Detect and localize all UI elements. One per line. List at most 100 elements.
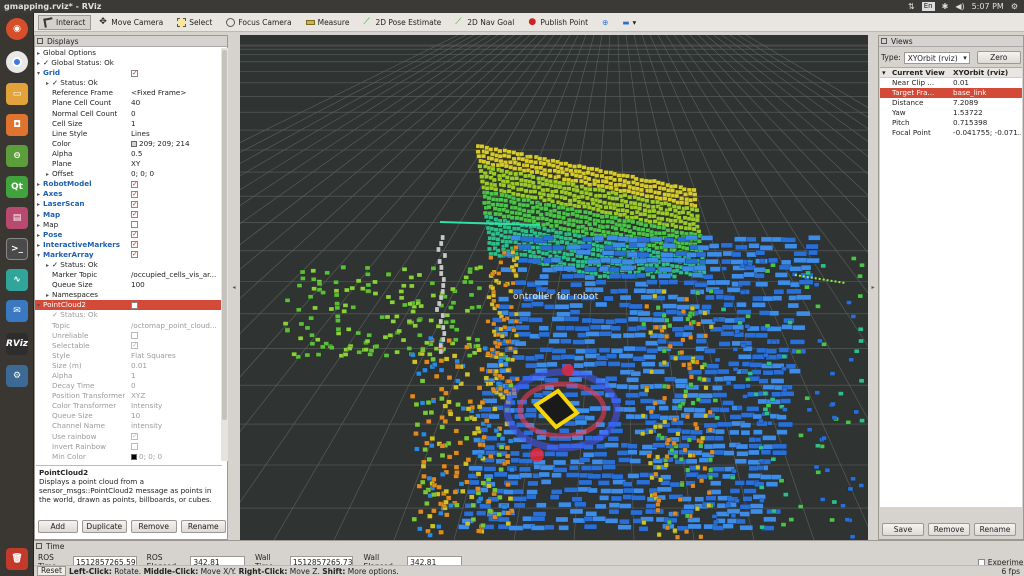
display-row[interactable]: Use rainbow (35, 432, 221, 442)
reset-button[interactable]: Reset (37, 566, 66, 576)
tool-2d-nav-goal[interactable]: ⟋ 2D Nav Goal (449, 15, 520, 30)
view-property-row[interactable]: Target Fra... base_link (880, 88, 1022, 99)
gear-icon[interactable]: ⚙ (1011, 2, 1018, 11)
remove-view-button[interactable]: Remove (928, 523, 970, 536)
view-property-row[interactable]: ▸Focal Point-0.041755; -0.071... (880, 128, 1022, 138)
mail-icon[interactable]: ✉ (6, 300, 28, 322)
ubuntu-dash-icon[interactable]: ◉ (6, 18, 28, 40)
network-icon[interactable]: ⚙ (6, 365, 28, 387)
enabled-checkbox[interactable] (131, 240, 138, 249)
display-row-value[interactable]: 0 (131, 109, 221, 119)
enabled-checkbox[interactable] (131, 230, 138, 239)
arrows-icon[interactable]: ⇅ (908, 2, 915, 11)
view-property-value[interactable]: -0.041755; -0.071... (953, 128, 1021, 138)
display-row[interactable]: ▸ RobotModel (35, 179, 221, 189)
tool-measure[interactable]: Measure (300, 15, 356, 30)
display-row[interactable]: Line Style Lines (35, 129, 221, 139)
tool-2d-pose-estimate[interactable]: ⟋ 2D Pose Estimate (357, 15, 447, 30)
chrome-icon[interactable] (6, 51, 28, 73)
tool-move-camera[interactable]: ✥ Move Camera (93, 15, 169, 30)
display-row-value[interactable]: /octomap_point_cloud... (131, 321, 221, 331)
display-row-value[interactable]: Lines (131, 129, 221, 139)
display-row[interactable]: Marker Topic/occupied_cells_vis_ar... (35, 270, 221, 280)
display-row[interactable]: Channel Name intensity (35, 421, 221, 431)
remove-button[interactable]: Remove (131, 520, 177, 533)
pin-icon[interactable] (881, 38, 887, 44)
rviz-icon[interactable]: RViz (6, 333, 28, 355)
display-row-value[interactable] (131, 300, 221, 310)
display-row[interactable]: Style Flat Squares (35, 351, 221, 361)
view-property-row[interactable]: Yaw 1.53722 (880, 108, 1022, 118)
display-row-value[interactable]: 1 (131, 371, 221, 381)
display-row[interactable]: Size (m) 0.01 (35, 361, 221, 371)
display-row[interactable]: Topic/octomap_point_cloud... (35, 321, 221, 331)
display-row[interactable]: Plane Cell Count 40 (35, 98, 221, 108)
display-row[interactable]: Alpha 0.5 (35, 149, 221, 159)
display-row-value[interactable]: XY (131, 159, 221, 169)
display-row[interactable]: Selectable (35, 341, 221, 351)
rename-button[interactable]: Rename (180, 520, 226, 533)
view-property-value[interactable]: 0.01 (953, 78, 1021, 88)
display-row-value[interactable] (131, 230, 221, 240)
display-row-value[interactable] (131, 331, 221, 341)
display-row[interactable]: Invert Rainbow (35, 442, 221, 452)
tool-publish-point[interactable]: ● Publish Point (522, 15, 594, 30)
enabled-checkbox[interactable] (131, 189, 138, 199)
displays-scrollbar[interactable] (221, 48, 228, 461)
display-row[interactable]: ▾ PointCloud2 (35, 300, 221, 311)
tool-add-button[interactable]: ⊕ (596, 15, 614, 30)
display-row-value[interactable] (131, 199, 221, 209)
enabled-checkbox[interactable] (131, 443, 138, 451)
current-view-header[interactable]: ▾ Current View XYOrbit (rviz) (880, 68, 1022, 78)
bluetooth-icon[interactable]: ✱ (942, 2, 949, 11)
tool-focus-camera[interactable]: Focus Camera (220, 15, 297, 30)
display-row[interactable]: Plane XY (35, 159, 221, 169)
enabled-checkbox[interactable] (131, 221, 138, 229)
view-property-value[interactable]: 7.2089 (953, 98, 1021, 108)
display-row-value[interactable] (131, 179, 221, 189)
display-row[interactable]: ▸ ✓ Status: Ok (35, 260, 221, 270)
scrollbar-thumb[interactable] (222, 50, 227, 420)
display-row-value[interactable]: intensity (131, 421, 221, 431)
display-row[interactable]: Reference Frame <Fixed Frame> (35, 88, 221, 98)
display-row[interactable]: ▾ MarkerArray (35, 250, 221, 260)
trash-icon[interactable]: 🗑 (6, 548, 28, 570)
display-row[interactable]: ▸ Offset 0; 0; 0 (35, 169, 221, 179)
display-row[interactable]: Decay Time 0 (35, 381, 221, 391)
view-property-value[interactable]: base_link (953, 88, 1021, 98)
display-row-value[interactable] (131, 68, 221, 78)
display-row-value[interactable] (131, 442, 221, 452)
display-row-value[interactable]: 100 (131, 280, 221, 290)
right-splitter-handle[interactable]: ▸ (869, 35, 877, 540)
display-row-value[interactable]: 0.5 (131, 149, 221, 159)
display-row-value[interactable] (131, 240, 221, 250)
software-center-icon[interactable]: ◘ (6, 114, 28, 136)
settings-icon[interactable]: ⊖ (6, 145, 28, 167)
display-row-value[interactable]: 0; 0; 0 (131, 169, 221, 179)
tool-remove-button[interactable]: ▬ ▾ (616, 15, 642, 30)
enabled-checkbox[interactable] (131, 332, 138, 340)
display-row[interactable]: Alpha 1 (35, 371, 221, 381)
display-row[interactable]: Min Color 0; 0; 0 (35, 452, 221, 461)
display-row[interactable]: ▸ ✓ Global Status: Ok (35, 58, 221, 68)
view-property-value[interactable]: 0.715398 (953, 118, 1021, 128)
duplicate-button[interactable]: Duplicate (81, 520, 128, 533)
display-row-value[interactable] (131, 189, 221, 199)
display-row-value[interactable] (131, 341, 221, 351)
enabled-checkbox[interactable] (131, 341, 138, 350)
pin-icon[interactable] (37, 38, 43, 44)
display-row-value[interactable]: 209; 209; 214 (131, 139, 221, 149)
save-view-button[interactable]: Save (882, 523, 924, 536)
display-row[interactable]: ▸ LaserScan (35, 199, 221, 209)
display-row[interactable]: Position Transformer XYZ (35, 391, 221, 401)
enabled-checkbox[interactable] (131, 179, 138, 189)
enabled-checkbox[interactable] (131, 199, 138, 209)
display-row-value[interactable]: <Fixed Frame> (131, 88, 221, 98)
add-button[interactable]: Add (38, 520, 78, 533)
display-row[interactable]: ▸ Global Options (35, 48, 221, 58)
display-row-value[interactable]: 40 (131, 98, 221, 108)
display-row[interactable]: ▾ Grid (35, 68, 221, 78)
tool-interact[interactable]: Interact (38, 14, 92, 30)
display-row[interactable]: Normal Cell Count 0 (35, 109, 221, 119)
display-row-value[interactable]: 1 (131, 119, 221, 129)
